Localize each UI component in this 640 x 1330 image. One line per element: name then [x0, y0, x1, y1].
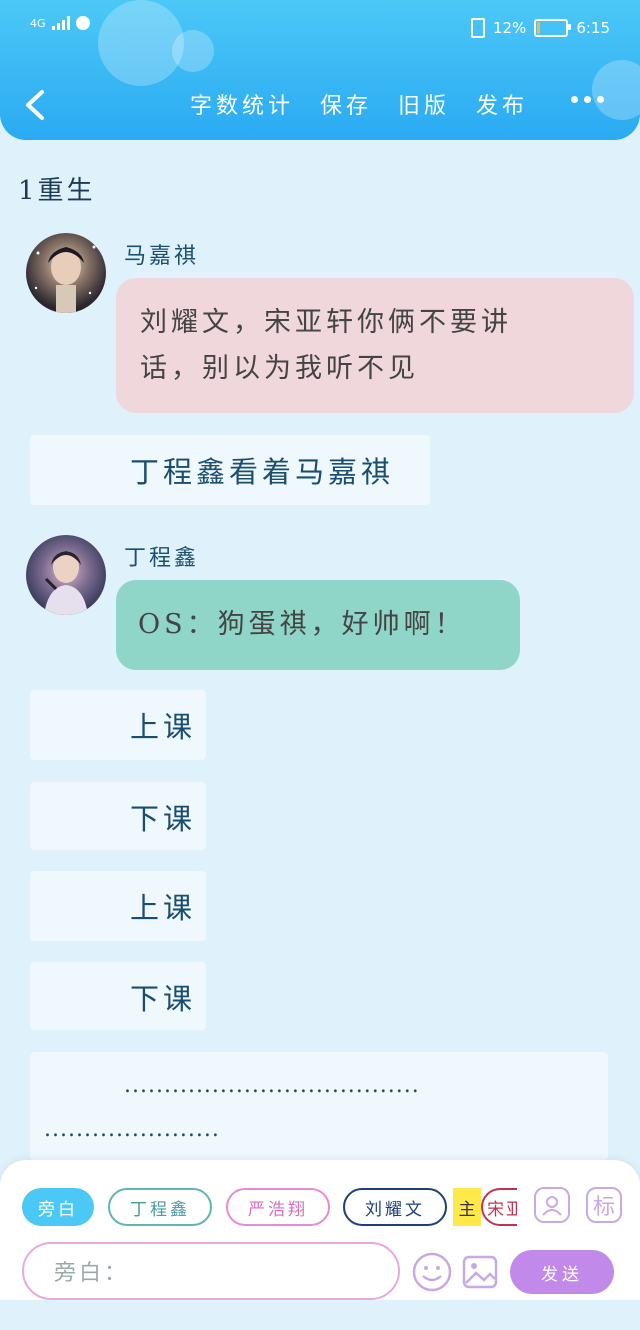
add-role-button[interactable] — [534, 1187, 570, 1223]
role-tab-2[interactable]: 严浩翔 — [226, 1188, 330, 1226]
role-tab-3[interactable]: 刘耀文 — [343, 1188, 447, 1226]
decor-bubble — [592, 60, 640, 120]
message-input[interactable]: 旁白： — [22, 1242, 400, 1300]
dialogue-bubble[interactable]: 刘耀文，宋亚轩你俩不要讲 话，别以为我听不见 — [116, 278, 634, 413]
narration-text-line1: ..................................... — [124, 1073, 420, 1098]
narration-text: 下课 — [130, 802, 197, 836]
narration-block[interactable]: ..................................... ..… — [30, 1052, 608, 1160]
image-icon[interactable] — [460, 1252, 500, 1292]
dialogue-text: OS：狗蛋祺，好帅啊！ — [138, 609, 466, 640]
narration-text: 上课 — [130, 891, 197, 925]
editor-toolbar: 字数统计 保存 旧版 发布 — [190, 88, 528, 120]
tag-button[interactable]: 标 — [586, 1187, 622, 1223]
avatar-portrait-icon — [34, 245, 96, 313]
vibrate-icon — [470, 18, 485, 38]
speaker-name: 马嘉祺 — [124, 244, 200, 269]
back-arrow-icon[interactable] — [20, 88, 54, 122]
role-tab-1[interactable]: 丁程鑫 — [108, 1188, 212, 1226]
role-tab-narrator[interactable]: 旁白 — [22, 1188, 94, 1226]
battery-icon — [534, 19, 572, 37]
signal-icon — [51, 16, 70, 30]
narration-block[interactable]: 上课 — [30, 871, 206, 941]
avatar-portrait-icon — [44, 551, 88, 615]
dialogue-text-line1: 刘耀文，宋亚轩你俩不要讲 — [140, 307, 512, 338]
battery-percent: 12% — [492, 19, 527, 37]
narration-text: 上课 — [130, 710, 197, 744]
dialogue-text-line2: 话，别以为我听不见 — [140, 353, 419, 384]
publish-button[interactable]: 发布 — [476, 88, 528, 120]
more-options-icon[interactable] — [571, 96, 604, 103]
role-tab-label: 宋亚 — [481, 1188, 517, 1226]
speaker-name: 丁程鑫 — [124, 546, 200, 571]
role-tab-4[interactable]: 主 宋亚 — [453, 1188, 517, 1226]
main-role-badge: 主 — [453, 1188, 481, 1226]
avatar[interactable] — [26, 233, 106, 313]
narration-block[interactable]: 丁程鑫看着马嘉祺 — [30, 435, 430, 505]
narration-text: 下课 — [130, 982, 197, 1016]
bottom-strip — [0, 1300, 640, 1330]
input-placeholder: 旁白： — [54, 1261, 130, 1286]
emoji-icon[interactable] — [412, 1252, 452, 1292]
hotspot-icon — [75, 16, 90, 30]
avatar[interactable] — [26, 535, 106, 615]
app-header: 4G 12% 6:15 字数统计 保存 旧版 发布 — [0, 0, 640, 140]
network-label: 4G — [30, 16, 46, 30]
status-bar: 4G 12% 6:15 — [0, 10, 640, 46]
send-button[interactable]: 发送 — [510, 1250, 614, 1294]
clock: 6:15 — [576, 19, 610, 37]
tag-icon: 标 — [592, 1195, 615, 1220]
word-count-button[interactable]: 字数统计 — [190, 88, 294, 120]
narration-block[interactable]: 上课 — [30, 690, 206, 760]
narration-block[interactable]: 下课 — [30, 782, 206, 850]
chapter-title: 1重生 — [18, 176, 96, 206]
narration-block[interactable]: 下课 — [30, 962, 206, 1030]
old-version-button[interactable]: 旧版 — [398, 88, 450, 120]
save-button[interactable]: 保存 — [320, 88, 372, 120]
narration-text-line2: ...................... — [44, 1117, 220, 1142]
battery-level — [537, 22, 541, 34]
add-person-icon — [542, 1196, 562, 1216]
narration-text: 丁程鑫看着马嘉祺 — [130, 455, 395, 489]
dialogue-bubble[interactable]: OS：狗蛋祺，好帅啊！ — [116, 580, 520, 670]
